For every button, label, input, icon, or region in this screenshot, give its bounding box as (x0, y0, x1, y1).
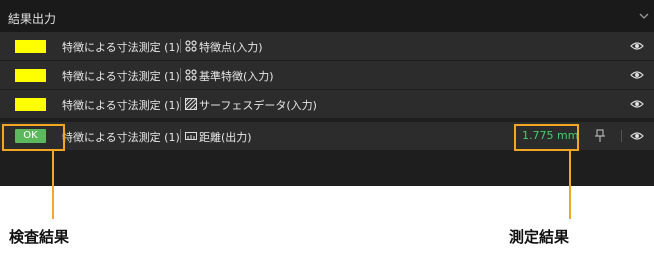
eye-icon[interactable] (630, 69, 644, 81)
surface-data-icon (185, 98, 197, 110)
eye-icon[interactable] (630, 40, 644, 52)
step-label: 特徴による寸法測定 (1) (62, 41, 180, 54)
measurement-result-caption: 測定結果 (509, 228, 570, 246)
result-row[interactable]: 特徴による寸法測定 (1) 特徴点(入力) (0, 32, 654, 60)
status-swatch (15, 98, 46, 111)
divider (180, 129, 181, 143)
value-callout-line (569, 151, 571, 219)
value-highlight-box (514, 124, 579, 151)
panel-title: 結果出力 (8, 12, 57, 26)
panel-header[interactable]: 結果出力 (0, 0, 654, 35)
result-row[interactable]: 特徴による寸法測定 (1) サーフェスデータ(入力) (0, 90, 654, 118)
divider (180, 39, 181, 53)
eye-icon[interactable] (630, 98, 644, 110)
status-swatch (15, 69, 46, 82)
item-label: 距離(出力) (199, 131, 252, 144)
result-row[interactable]: 特徴による寸法測定 (1) 基準特徴(入力) (0, 61, 654, 89)
step-label: 特徴による寸法測定 (1) (62, 131, 180, 144)
divider (180, 97, 181, 111)
divider (621, 130, 622, 142)
step-label: 特徴による寸法測定 (1) (62, 70, 180, 83)
status-callout-line (52, 151, 54, 219)
inspection-result-caption: 検査結果 (9, 228, 70, 246)
result-output-panel: 結果出力 特徴による寸法測定 (1) 特徴点(入力) 特徴による寸法測定 (1) (0, 0, 654, 186)
eye-icon[interactable] (630, 130, 644, 142)
item-label: 基準特徴(入力) (199, 70, 274, 83)
distance-icon (185, 132, 197, 140)
point-icon (185, 40, 197, 52)
reference-feature-icon (185, 69, 197, 81)
item-label: 特徴点(入力) (199, 41, 263, 54)
chevron-down-icon[interactable] (637, 9, 651, 23)
step-label: 特徴による寸法測定 (1) (62, 99, 180, 112)
status-swatch (15, 40, 46, 53)
pin-icon[interactable] (594, 129, 606, 143)
divider (180, 68, 181, 82)
status-highlight-box (2, 124, 65, 151)
item-label: サーフェスデータ(入力) (199, 99, 317, 112)
